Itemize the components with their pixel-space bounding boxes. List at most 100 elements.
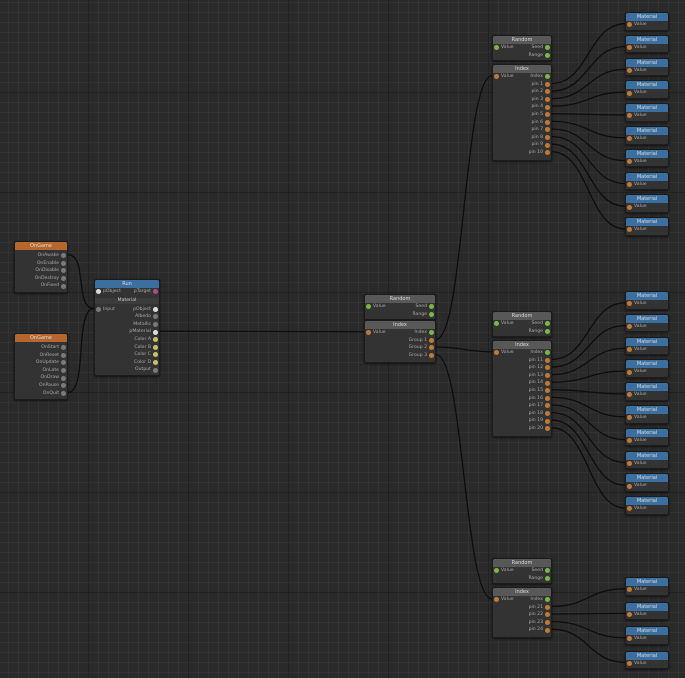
run-node[interactable]: Run pObject pTarget Material Input pObject Alb… [94,279,160,376]
mid-index-port-7-out-port-icon[interactable] [545,403,550,409]
run-port-in-port-icon[interactable] [96,289,101,295]
bot-index-port-0-in-port-icon[interactable] [494,597,499,603]
event-a-port-1-out-port-icon[interactable] [61,260,66,266]
mid-material-8[interactable]: Material Value [625,473,669,492]
top-index-port-2-out-port-icon[interactable] [545,89,550,95]
top-index-port-3-out-port-icon[interactable] [545,97,550,103]
center-index-title[interactable]: Index [365,321,435,329]
mid-material-9-title[interactable]: Material [626,497,668,506]
top-material-9-port-in-port-icon[interactable] [627,227,632,233]
mid-material-7[interactable]: Material Value [625,450,669,470]
top-material-3[interactable]: Material Value [625,80,669,99]
event-b-port-6-out-port-icon[interactable] [61,390,66,396]
mid-index-port-5-out-port-icon[interactable] [545,388,550,394]
top-material-4-port-in-port-icon[interactable] [627,113,632,119]
bot-material-0[interactable]: Material Value [625,577,669,596]
mid-material-4[interactable]: Material Value [625,382,669,401]
top-random-port-1-out-port-icon[interactable] [545,52,550,58]
bot-material-2-port-in-port-icon[interactable] [627,636,632,642]
bot-random-port-0-in-port-icon[interactable] [494,568,499,574]
run-port-out-port-icon[interactable] [153,289,158,295]
center-index-port-0-out-port-icon[interactable] [429,330,434,336]
material-port-7-out-port-icon[interactable] [153,360,158,366]
material-port-0-in-port-icon[interactable] [96,306,101,312]
mid-index-port-8-out-port-icon[interactable] [545,411,550,417]
mid-index-port-4-out-port-icon[interactable] [545,380,550,386]
top-material-0-port-in-port-icon[interactable] [627,22,632,28]
top-material-8-title[interactable]: Material [626,195,668,204]
top-index-port-7-out-port-icon[interactable] [545,127,550,133]
event-a-port-2-out-port-icon[interactable] [61,268,66,274]
mid-material-2[interactable]: Material Value [625,336,669,356]
event-b-port-5-out-port-icon[interactable] [61,383,66,389]
mid-index-port-0-in-port-icon[interactable] [494,350,499,356]
mid-material-8-port-in-port-icon[interactable] [627,483,632,489]
mid-material-8-title[interactable]: Material [626,474,668,483]
bot-material-3-title[interactable]: Material [626,651,668,660]
mid-index-port-1-out-port-icon[interactable] [545,357,550,363]
mid-material-6-port-in-port-icon[interactable] [627,438,632,444]
bot-index-node[interactable]: Index Value Index pin 21 pin 22 pin 23 pin 24 [492,587,552,638]
mid-material-0-port-in-port-icon[interactable] [627,301,632,307]
material-port-8-out-port-icon[interactable] [153,367,158,373]
center-index-port-0-in-port-icon[interactable] [366,330,371,336]
mid-material-7-title[interactable]: Material [626,451,668,460]
center-random-port-0-out-port-icon[interactable] [429,304,434,310]
mid-material-2-port-in-port-icon[interactable] [627,346,632,352]
bot-material-3[interactable]: Material Value [625,650,669,670]
top-material-6[interactable]: Material Value [625,148,669,168]
mid-index-title[interactable]: Index [493,341,551,349]
mid-material-3-title[interactable]: Material [626,360,668,369]
top-material-3-title[interactable]: Material [626,81,668,90]
bot-random-port-1-out-port-icon[interactable] [545,575,550,581]
center-random-title[interactable]: Random [365,295,435,303]
top-material-0-title[interactable]: Material [626,13,668,21]
mid-random-port-0-out-port-icon[interactable] [545,321,550,327]
bot-index-port-2-out-port-icon[interactable] [545,612,550,618]
top-material-2-title[interactable]: Material [626,58,668,67]
top-material-6-port-in-port-icon[interactable] [627,159,632,165]
event-node-b[interactable]: OnGame OnStart OnReset OnUpdate OnLate OnDraw… [14,333,68,401]
bot-material-2[interactable]: Material Value [625,626,669,645]
material-port-1-out-port-icon[interactable] [153,314,158,320]
top-random-node[interactable]: Random Value Seed Range [492,35,552,62]
bot-random-node[interactable]: Random Value Seed Range [492,558,552,585]
bot-material-1[interactable]: Material Value [625,601,669,621]
mid-material-5[interactable]: Material Value [625,405,669,424]
mid-material-9-port-in-port-icon[interactable] [627,506,632,512]
top-material-3-port-in-port-icon[interactable] [627,90,632,96]
event-a-port-0-out-port-icon[interactable] [61,253,66,259]
run-node-title[interactable]: Run [95,280,159,288]
event-node-b-title[interactable]: OnGame [15,334,67,342]
mid-material-5-title[interactable]: Material [626,406,668,414]
bot-index-port-0-out-port-icon[interactable] [545,597,550,603]
top-material-8[interactable]: Material Value [625,194,669,213]
center-random-port-0-in-port-icon[interactable] [366,304,371,310]
mid-material-2-title[interactable]: Material [626,337,668,346]
mid-index-port-0-out-port-icon[interactable] [545,350,550,356]
event-b-port-4-out-port-icon[interactable] [61,375,66,381]
mid-material-1-port-in-port-icon[interactable] [627,324,632,330]
material-port-6-out-port-icon[interactable] [153,352,158,358]
top-index-port-9-out-port-icon[interactable] [545,142,550,148]
top-index-port-0-out-port-icon[interactable] [545,74,550,80]
mid-material-6-title[interactable]: Material [626,428,668,437]
mid-material-1[interactable]: Material Value [625,313,669,333]
top-material-9[interactable]: Material Value [625,217,669,236]
center-random-port-1-out-port-icon[interactable] [429,311,434,317]
bot-material-1-title[interactable]: Material [626,602,668,611]
material-port-5-out-port-icon[interactable] [153,344,158,350]
mid-index-port-9-out-port-icon[interactable] [545,418,550,424]
bot-random-port-0-out-port-icon[interactable] [545,568,550,574]
mid-material-6[interactable]: Material Value [625,427,669,447]
top-material-2[interactable]: Material Value [625,57,669,77]
bot-material-2-title[interactable]: Material [626,627,668,635]
top-index-port-5-out-port-icon[interactable] [545,112,550,118]
event-b-port-3-out-port-icon[interactable] [61,368,66,374]
top-material-5-title[interactable]: Material [626,127,668,135]
center-index-port-1-out-port-icon[interactable] [429,337,434,343]
mid-random-node[interactable]: Random Value Seed Range [492,311,552,338]
bot-material-1-port-in-port-icon[interactable] [627,611,632,617]
mid-index-node[interactable]: Index Value Index pin 11 pin 12 pin 13 pin 14 p… [492,340,552,437]
event-b-port-2-out-port-icon[interactable] [61,360,66,366]
